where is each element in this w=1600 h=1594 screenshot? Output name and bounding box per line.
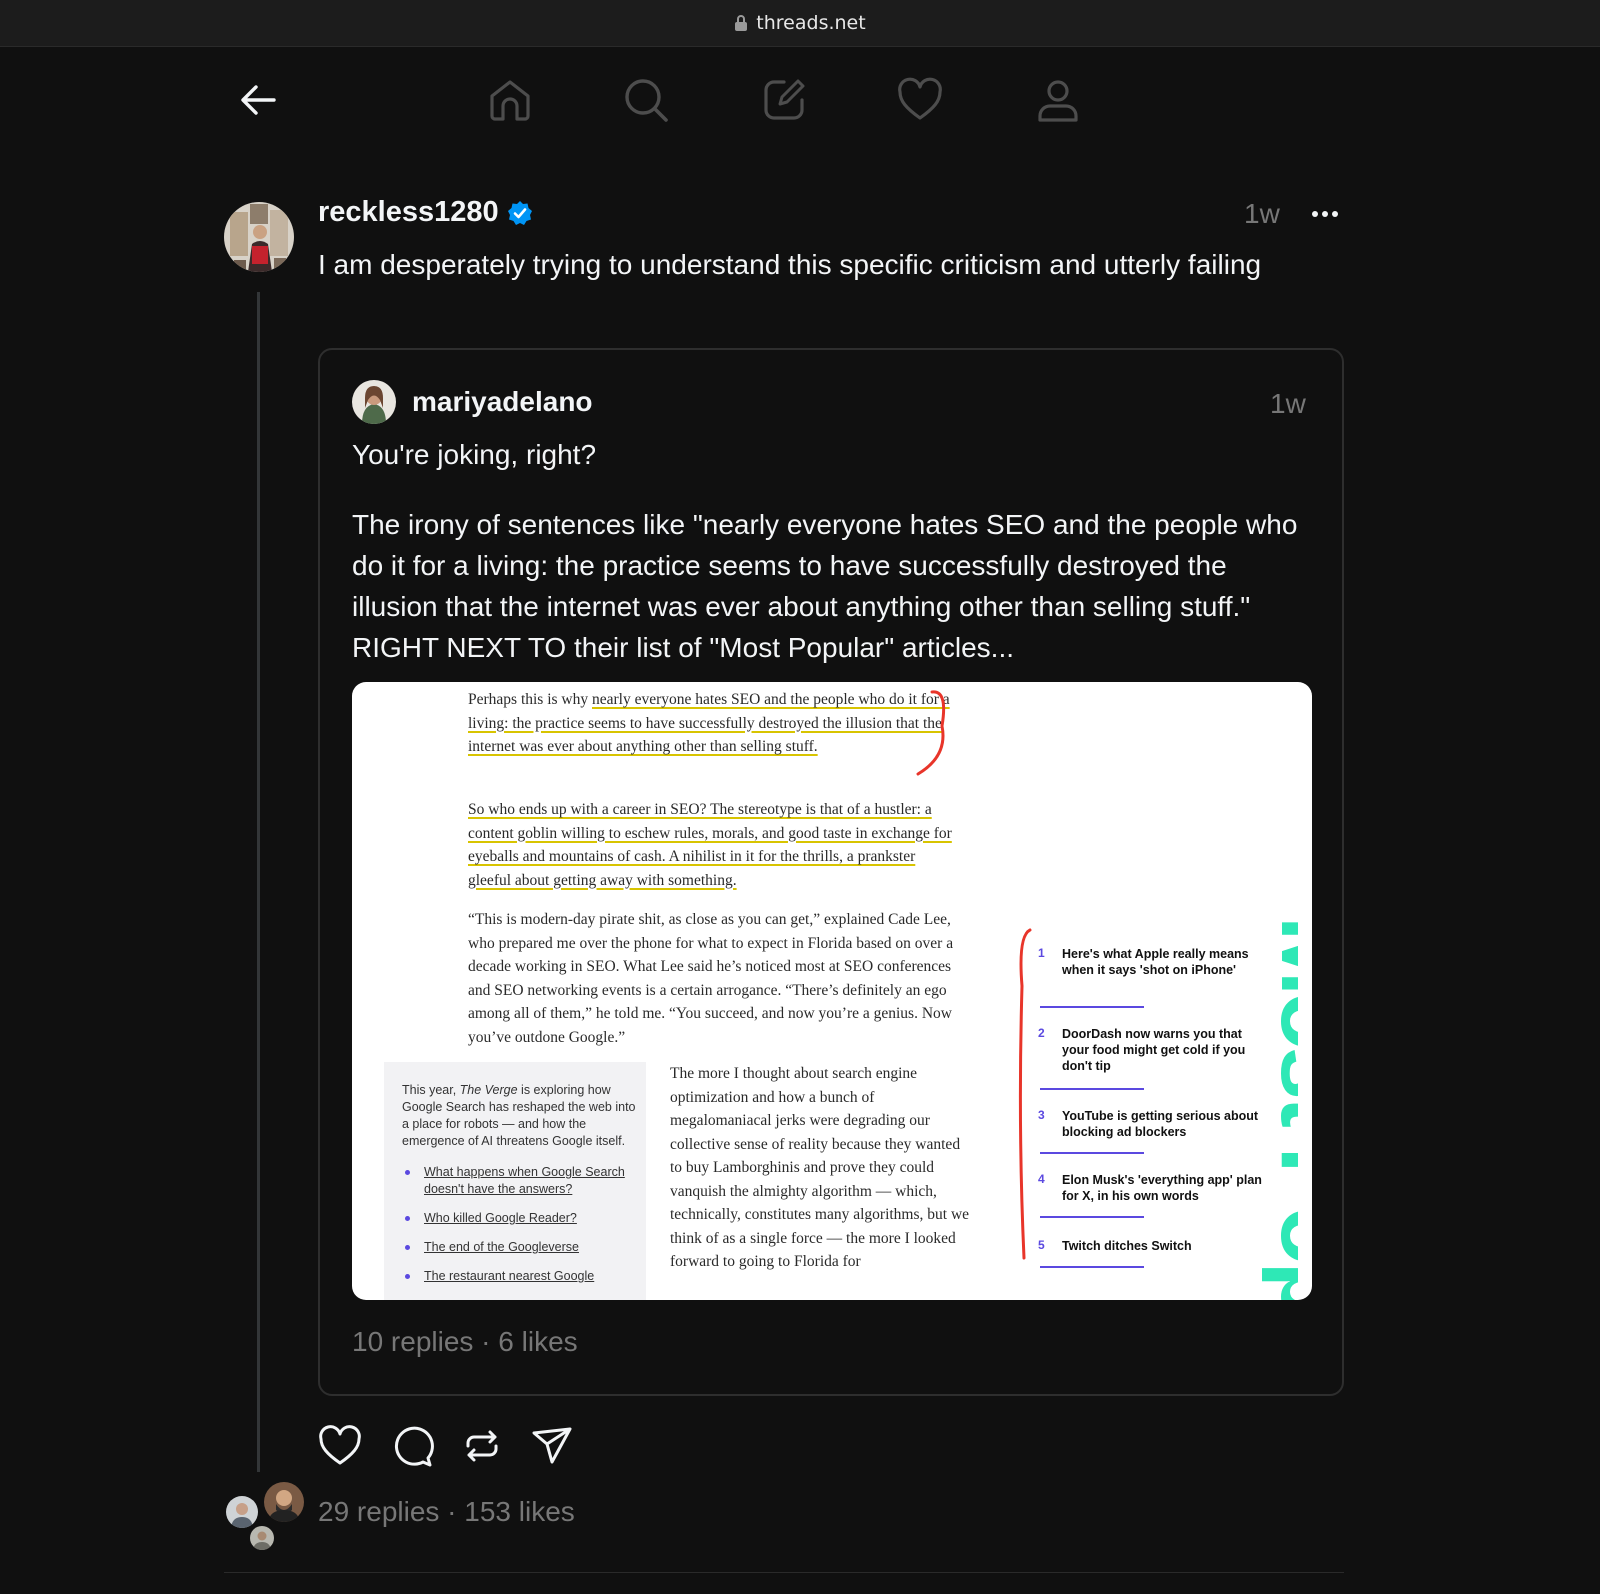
comment-icon[interactable] [390, 1424, 434, 1468]
article-paragraph-2: So who ends up with a career in SEO? The… [468, 801, 952, 889]
home-icon[interactable] [486, 76, 534, 124]
search-icon[interactable] [622, 76, 670, 124]
lock-icon [735, 15, 748, 31]
quote-avatar[interactable] [352, 380, 396, 424]
thread-line [257, 292, 260, 1472]
popular-number: 4 [1038, 1172, 1045, 1186]
url-text: threads.net [756, 12, 866, 34]
article-paragraph-1-plain: Perhaps this is why [468, 691, 592, 708]
popular-number: 3 [1038, 1108, 1045, 1122]
popular-number: 1 [1038, 946, 1045, 960]
red-annotation-mark [916, 690, 946, 776]
red-bracket-annotation [1018, 928, 1032, 1260]
share-icon[interactable] [530, 1424, 574, 1468]
popular-title[interactable]: Here's what Apple really means when it s… [1062, 946, 1262, 978]
quote-stats[interactable]: 10 replies · 6 likes [352, 1326, 578, 1358]
popular-title[interactable]: Twitch ditches Switch [1062, 1238, 1262, 1254]
divider [1040, 1088, 1144, 1090]
sidebox-intro-a: This year, [402, 1083, 460, 1097]
reply-avatar[interactable] [248, 1524, 276, 1552]
avatar[interactable] [224, 202, 294, 272]
username-link[interactable]: reckless1280 [318, 196, 499, 229]
quote-timestamp: 1w [1270, 388, 1306, 419]
popular-title[interactable]: YouTube is getting serious about blockin… [1062, 1108, 1262, 1140]
sidebox-link[interactable]: The restaurant nearest Google [402, 1268, 642, 1285]
quote-username[interactable]: mariyadelano [412, 386, 593, 418]
popular-number: 2 [1038, 1026, 1045, 1040]
divider [1040, 1006, 1144, 1008]
quoted-post[interactable]: mariyadelano 1w You're joking, right? Th… [318, 348, 1344, 1396]
divider [1040, 1152, 1144, 1154]
sidebox-intro: This year, The Verge is exploring how Go… [402, 1082, 638, 1150]
popular-title[interactable]: DoorDash now warns you that your food mi… [1062, 1026, 1262, 1074]
repost-icon[interactable] [460, 1424, 504, 1468]
quote-text-line-2: The irony of sentences like "nearly ever… [352, 509, 1298, 663]
post-stats[interactable]: 29 replies · 153 likes [318, 1496, 575, 1528]
post-username[interactable]: reckless1280 [318, 196, 533, 229]
article-screenshot[interactable]: Perhaps this is why nearly everyone hate… [352, 682, 1312, 1300]
profile-icon[interactable] [1034, 76, 1082, 124]
more-options-icon[interactable] [1310, 202, 1340, 226]
divider [1040, 1216, 1144, 1218]
divider [1040, 1266, 1144, 1268]
post-text: I am desperately trying to understand th… [318, 249, 1262, 280]
sidebox-links: What happens when Google Search doesn't … [402, 1164, 642, 1297]
sidebox-link[interactable]: The end of the Googleverse [402, 1239, 642, 1256]
quote-text-line-1: You're joking, right? [352, 439, 597, 470]
post-timestamp: 1w [1244, 198, 1280, 229]
compose-icon[interactable] [760, 76, 808, 124]
verified-badge-icon [507, 200, 532, 225]
quote-text: You're joking, right? The irony of sente… [352, 434, 1312, 697]
popular-number: 5 [1038, 1238, 1045, 1252]
article-paragraph-3: “This is modern-day pirate shit, as clos… [468, 911, 954, 1046]
popular-title[interactable]: Elon Musk's 'everything app' plan for X,… [1062, 1172, 1262, 1204]
like-icon[interactable] [318, 1424, 362, 1468]
sidebox-link[interactable]: Who killed Google Reader? [402, 1210, 642, 1227]
most-popular-list: 1 Here's what Apple really means when it… [1038, 922, 1312, 1300]
reply-avatar[interactable] [262, 1480, 306, 1524]
sidebox-intro-em: The Verge [459, 1083, 518, 1097]
address-bar[interactable]: threads.net [0, 0, 1600, 47]
back-arrow-icon[interactable] [236, 78, 280, 122]
sidebox-link[interactable]: What happens when Google Search doesn't … [402, 1164, 642, 1198]
article-paragraph-1: Perhaps this is why nearly everyone hate… [468, 688, 958, 759]
article-paragraph-4: The more I thought about search engine o… [670, 1065, 970, 1270]
series-sidebox: This year, The Verge is exploring how Go… [384, 1062, 646, 1300]
divider [224, 1572, 1344, 1573]
heart-icon[interactable] [896, 76, 944, 124]
